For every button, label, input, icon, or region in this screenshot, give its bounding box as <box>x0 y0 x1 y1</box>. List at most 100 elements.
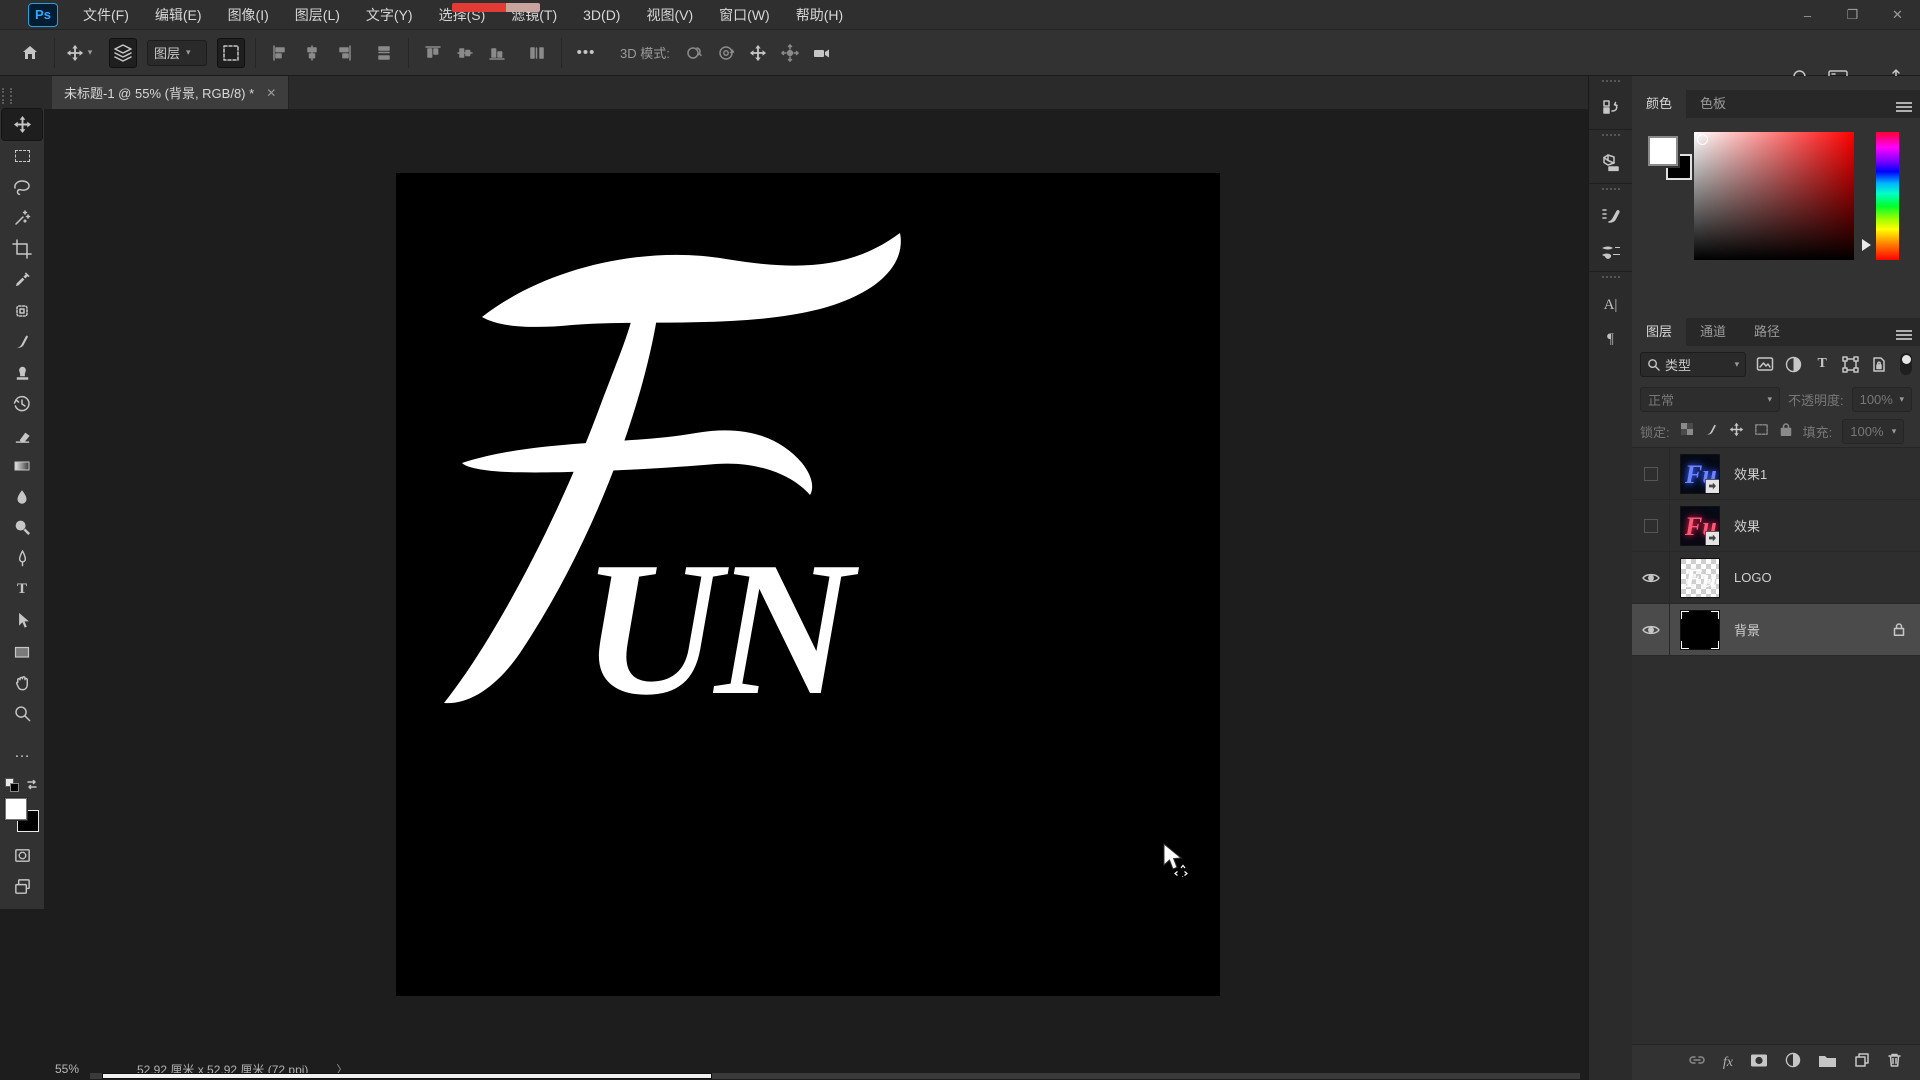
layer-name[interactable]: 效果1 <box>1734 464 1767 483</box>
layer-filter-type-dropdown[interactable]: 类型 ▾ <box>1640 352 1746 377</box>
strip-grip[interactable] <box>1602 188 1620 193</box>
menu-item-image[interactable]: 图像(I) <box>215 0 282 30</box>
distribute-vertical-icon[interactable] <box>523 38 551 68</box>
tab-swatches[interactable]: 色板 <box>1686 87 1740 118</box>
blend-mode-dropdown[interactable]: 正常▾ <box>1640 387 1780 412</box>
3d-orbit-icon[interactable] <box>680 38 708 68</box>
hand-tool-button[interactable] <box>2 667 42 698</box>
tab-color[interactable]: 颜色 <box>1632 87 1686 118</box>
layer-thumbnail[interactable] <box>1680 610 1720 650</box>
tools-dock-grip[interactable] <box>2 88 12 104</box>
canvas-area[interactable]: UN <box>44 109 1588 1058</box>
layer-row-logo[interactable]: Fu LOGO <box>1632 552 1920 604</box>
close-button[interactable]: ✕ <box>1875 0 1920 30</box>
align-bottom-edges-icon[interactable] <box>483 38 511 68</box>
3d-camera-icon[interactable] <box>808 38 836 68</box>
align-horizontal-centers-icon[interactable] <box>298 38 326 68</box>
eraser-tool-button[interactable] <box>2 419 42 450</box>
lasso-tool-button[interactable] <box>2 171 42 202</box>
align-top-edges-icon[interactable] <box>419 38 447 68</box>
menu-item-file[interactable]: 文件(F) <box>70 0 142 30</box>
filter-smart-objects-icon[interactable] <box>1870 356 1890 373</box>
magic-wand-tool-button[interactable] <box>2 202 42 233</box>
layer-thumbnail[interactable]: Fu <box>1680 558 1720 598</box>
layer-name[interactable]: 背景 <box>1734 620 1760 639</box>
crop-tool-button[interactable] <box>2 233 42 264</box>
hue-slider[interactable] <box>1876 132 1899 260</box>
default-colors-icon[interactable] <box>5 778 19 792</box>
auto-select-target-dropdown[interactable]: 图层▾ <box>147 40 207 66</box>
paragraph-panel-icon[interactable]: ¶ <box>1598 327 1624 351</box>
new-layer-icon[interactable] <box>1854 1052 1870 1073</box>
foreground-background-swatches[interactable] <box>5 798 39 832</box>
lock-artboard-nesting-icon[interactable] <box>1754 422 1769 442</box>
clone-stamp-tool-button[interactable] <box>2 357 42 388</box>
filter-adjustment-layers-icon[interactable] <box>1784 356 1804 373</box>
fill-dropdown[interactable]: 100%▾ <box>1842 419 1904 444</box>
lock-image-pixels-icon[interactable] <box>1704 422 1719 442</box>
menu-item-layer[interactable]: 图层(L) <box>282 0 353 30</box>
layer-row-effect1[interactable]: Fu 效果1 <box>1632 448 1920 500</box>
brush-tool-button[interactable] <box>2 326 42 357</box>
type-tool-button[interactable]: T <box>2 574 42 605</box>
character-panel-icon[interactable]: A| <box>1598 293 1624 317</box>
filter-type-layers-icon[interactable]: T <box>1812 356 1832 372</box>
artboard[interactable]: UN <box>396 173 1220 996</box>
layer-thumbnail[interactable]: Fu <box>1680 454 1720 494</box>
layer-name[interactable]: 效果 <box>1734 516 1760 535</box>
restore-button[interactable]: ❐ <box>1830 0 1875 30</box>
layer-style-fx-button[interactable]: fx <box>1723 1055 1733 1071</box>
layer-row-background[interactable]: 背景 <box>1632 604 1920 656</box>
panel-menu-icon[interactable] <box>1896 330 1912 340</box>
foreground-color-swatch[interactable] <box>1648 136 1678 166</box>
smudge-tool-button[interactable] <box>2 481 42 512</box>
new-group-icon[interactable] <box>1818 1053 1837 1073</box>
quick-mask-button[interactable] <box>2 840 42 871</box>
menu-item-window[interactable]: 窗口(W) <box>706 0 783 30</box>
auto-select-toggle-icon[interactable] <box>109 38 137 68</box>
3d-slide-icon[interactable] <box>776 38 804 68</box>
menu-item-view[interactable]: 视图(V) <box>633 0 706 30</box>
layer-thumbnail[interactable]: Fu <box>1680 506 1720 546</box>
align-right-edges-icon[interactable] <box>330 38 358 68</box>
hue-slider-pointer[interactable] <box>1862 239 1871 251</box>
menu-item-edit[interactable]: 编辑(E) <box>142 0 215 30</box>
strip-grip[interactable] <box>1602 276 1620 281</box>
tab-channels[interactable]: 通道 <box>1686 315 1740 346</box>
screen-mode-button[interactable] <box>2 871 42 902</box>
align-vertical-centers-icon[interactable] <box>451 38 479 68</box>
marquee-tool-button[interactable] <box>2 140 42 171</box>
layer-visibility-toggle[interactable] <box>1632 500 1670 552</box>
healing-brush-tool-button[interactable] <box>2 295 42 326</box>
foreground-color-swatch[interactable] <box>5 798 27 820</box>
history-panel-icon[interactable] <box>1598 97 1624 121</box>
opacity-dropdown[interactable]: 100%▾ <box>1852 387 1912 412</box>
horizontal-scrollbar[interactable] <box>90 1073 1580 1079</box>
layer-filtering-toggle[interactable] <box>1900 353 1912 375</box>
eyedropper-tool-button[interactable] <box>2 264 42 295</box>
tab-layers[interactable]: 图层 <box>1632 315 1686 346</box>
menu-item-type[interactable]: 文字(Y) <box>353 0 426 30</box>
add-layer-mask-icon[interactable] <box>1750 1053 1768 1073</box>
distribute-horizontal-icon[interactable] <box>370 38 398 68</box>
pen-tool-button[interactable] <box>2 543 42 574</box>
zoom-tool-button[interactable] <box>2 698 42 729</box>
menu-item-help[interactable]: 帮助(H) <box>783 0 856 30</box>
dodge-tool-button[interactable] <box>2 512 42 543</box>
path-selection-tool-button[interactable] <box>2 605 42 636</box>
layer-visibility-toggle[interactable] <box>1632 448 1670 500</box>
3d-roll-icon[interactable] <box>712 38 740 68</box>
brushes-panel-icon[interactable] <box>1598 239 1624 263</box>
layer-visibility-toggle[interactable] <box>1632 604 1670 656</box>
history-brush-tool-button[interactable] <box>2 388 42 419</box>
lock-position-icon[interactable] <box>1729 422 1744 442</box>
strip-grip[interactable] <box>1602 134 1620 139</box>
tab-paths[interactable]: 路径 <box>1740 315 1794 346</box>
gradient-tool-button[interactable] <box>2 450 42 481</box>
show-transform-controls-icon[interactable] <box>217 38 245 68</box>
swap-colors-icon[interactable] <box>25 778 39 792</box>
home-icon[interactable] <box>16 38 44 68</box>
document-close-icon[interactable]: ✕ <box>266 86 276 100</box>
minimize-button[interactable]: – <box>1785 0 1830 30</box>
saturation-brightness-field[interactable] <box>1694 132 1854 260</box>
